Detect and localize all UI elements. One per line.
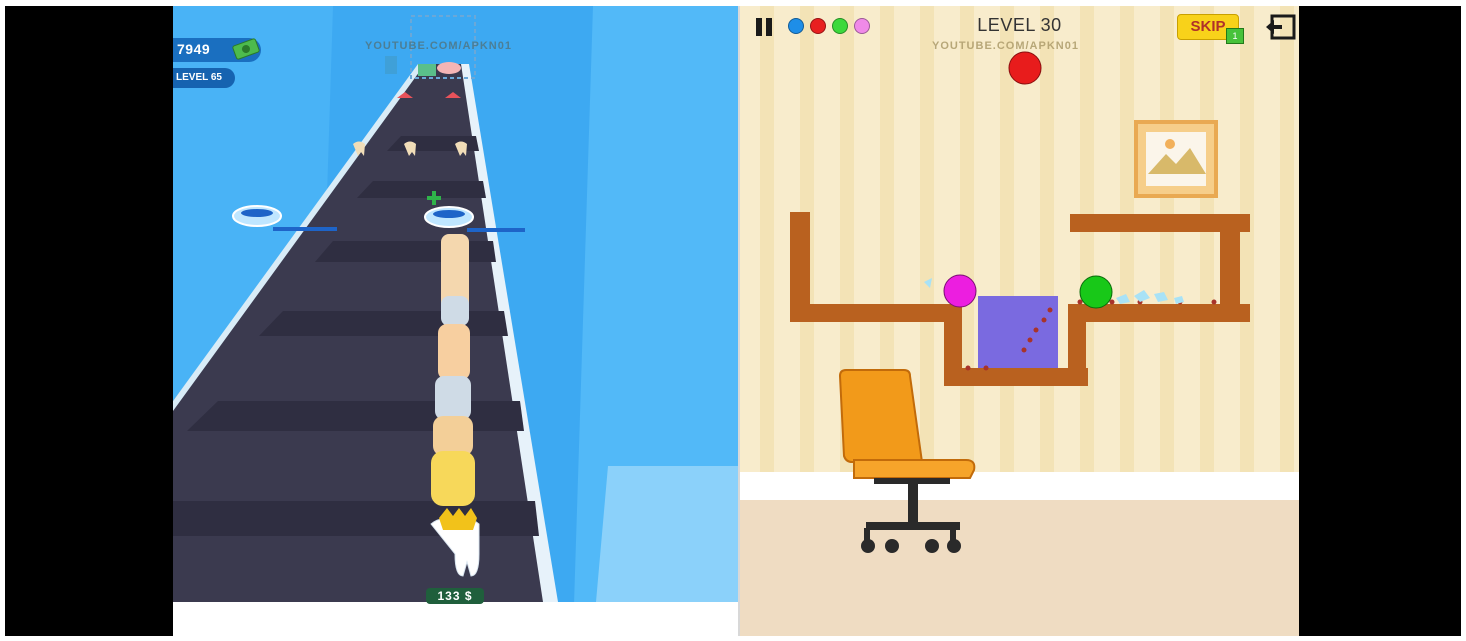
game-scene: [173, 6, 738, 636]
skip-count-badge: 1: [1226, 28, 1244, 44]
toothbrush-handle: [273, 227, 337, 231]
watermark: YOUTUBE.COM/APKN01: [365, 40, 512, 52]
video-frame: 7949 LEVEL 65 YOUTUBE.COM/APKN01 133 $ L…: [5, 6, 1461, 636]
room-scene: [740, 6, 1299, 636]
exit-icon[interactable]: [1264, 14, 1296, 40]
bottom-bar: [173, 602, 738, 636]
cash-pile: [418, 64, 436, 76]
crown-icon: [439, 508, 477, 530]
draw-physics-game: LEVEL 30 YOUTUBE.COM/APKN01 SKIP 1: [738, 6, 1299, 636]
picture-canvas: [1146, 132, 1206, 186]
toothbrush-handle: [467, 228, 525, 232]
toothbrush-bristles: [433, 210, 465, 218]
green-ball: [1079, 275, 1113, 309]
red-ball: [1008, 51, 1042, 85]
money-icon: [232, 38, 260, 60]
price-tag: 133 $: [426, 588, 484, 604]
tooth-runner-game: 7949 LEVEL 65 YOUTUBE.COM/APKN01 133 $: [173, 6, 738, 636]
level-label: LEVEL 65: [176, 72, 222, 83]
watermark: YOUTUBE.COM/APKN01: [932, 40, 1079, 52]
pink-ball: [943, 274, 977, 308]
toothbrush-bristles: [241, 209, 273, 217]
cash-value: 7949: [177, 41, 211, 57]
sun-icon: [1165, 139, 1175, 149]
target-cup: [978, 296, 1058, 368]
denture: [437, 62, 461, 74]
floor: [740, 500, 1299, 636]
baseboard: [740, 472, 1299, 500]
pillar: [385, 56, 397, 74]
